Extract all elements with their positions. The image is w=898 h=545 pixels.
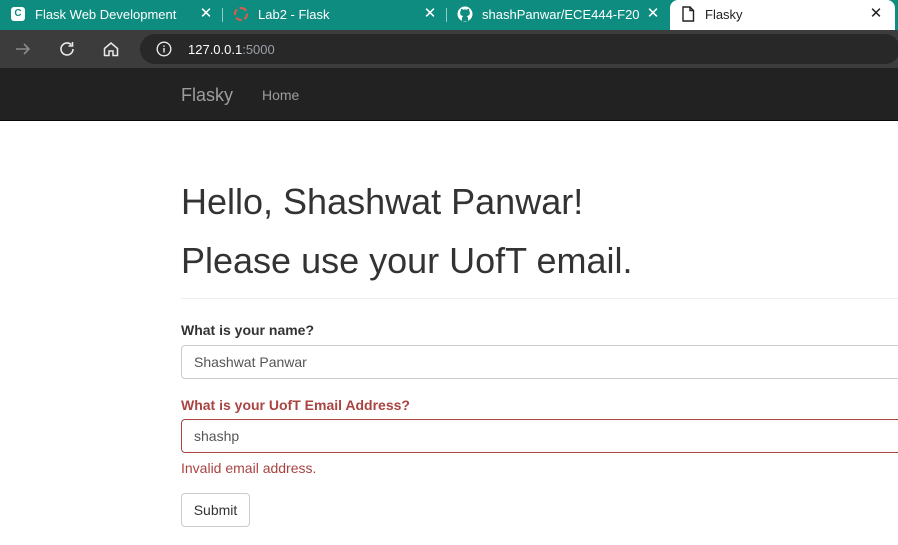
- address-bar[interactable]: 127.0.0.1:5000: [140, 34, 898, 64]
- divider: [181, 298, 898, 299]
- email-error-message: Invalid email address.: [181, 460, 317, 476]
- name-input[interactable]: [181, 345, 898, 379]
- tab-flasky[interactable]: Flasky ✕: [670, 0, 895, 30]
- close-icon[interactable]: ✕: [198, 6, 214, 22]
- url-host: 127.0.0.1: [188, 42, 243, 57]
- tab-title: Lab2 - Flask: [258, 7, 330, 22]
- tab-strip: C Flask Web Development ✕ Lab2 - Flask ✕…: [0, 0, 898, 30]
- close-icon[interactable]: ✕: [868, 6, 884, 22]
- home-icon[interactable]: [100, 38, 122, 60]
- tab-flask-web-development[interactable]: C Flask Web Development ✕: [0, 0, 222, 30]
- forward-icon[interactable]: [12, 38, 34, 60]
- email-notice-heading: Please use your UofT email.: [181, 240, 633, 281]
- github-icon: [457, 6, 473, 22]
- site-navbar: Flasky Home: [0, 68, 898, 121]
- navbar-brand[interactable]: Flasky: [181, 85, 233, 106]
- greeting-heading: Hello, Shashwat Panwar!: [181, 181, 584, 222]
- close-icon[interactable]: ✕: [645, 6, 661, 22]
- tab-title: shashPanwar/ECE444-F2022-L: [482, 7, 640, 22]
- email-label: What is your UofT Email Address?: [181, 397, 410, 413]
- close-icon[interactable]: ✕: [422, 6, 438, 22]
- info-icon[interactable]: [156, 41, 172, 57]
- tab-title: Flask Web Development: [35, 7, 177, 22]
- tab-lab2-flask[interactable]: Lab2 - Flask ✕: [223, 0, 446, 30]
- loading-ring-icon: [233, 6, 249, 22]
- email-input[interactable]: [181, 419, 898, 453]
- browser-toolbar: 127.0.0.1:5000: [0, 30, 898, 68]
- c-logo-icon: C: [10, 6, 26, 22]
- address-url: 127.0.0.1:5000: [188, 42, 275, 57]
- tab-github[interactable]: shashPanwar/ECE444-F2022-L ✕: [447, 0, 669, 30]
- submit-button[interactable]: Submit: [181, 493, 250, 527]
- name-label: What is your name?: [181, 322, 315, 338]
- reload-icon[interactable]: [56, 38, 78, 60]
- url-port: :5000: [242, 42, 275, 57]
- nav-home-link[interactable]: Home: [262, 87, 299, 103]
- page-icon: [680, 6, 696, 22]
- tab-title: Flasky: [705, 7, 743, 22]
